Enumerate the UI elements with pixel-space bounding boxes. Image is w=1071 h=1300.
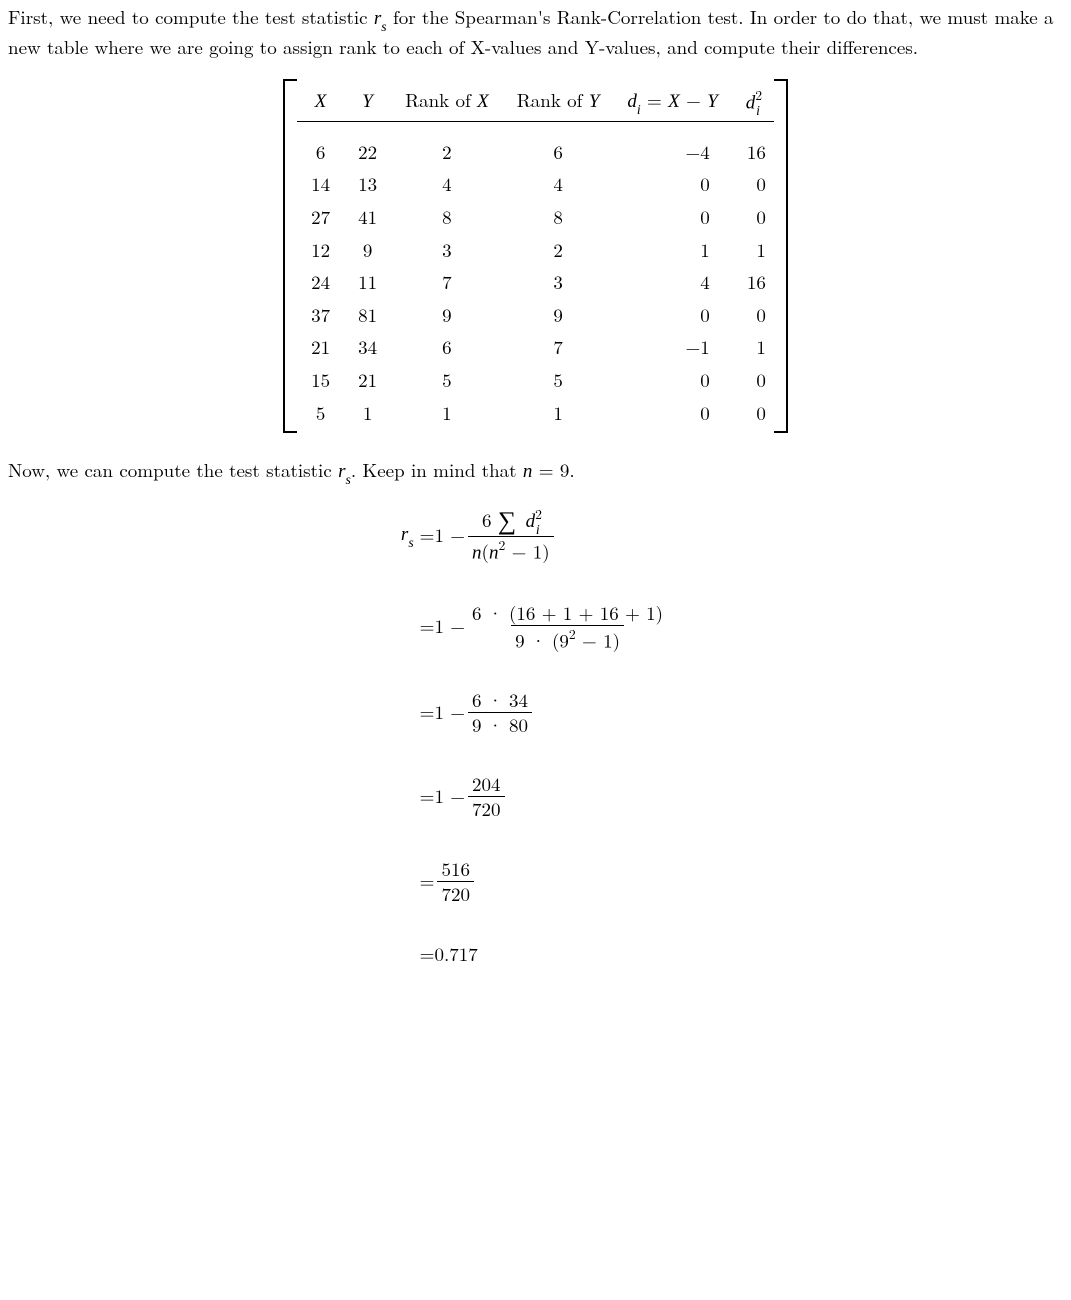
eq-frac-3: 6 · 34 9 · 80 bbox=[468, 688, 532, 737]
table-cell: 0 bbox=[732, 201, 774, 234]
table-cell: 41 bbox=[344, 201, 391, 234]
table-cell: 1 bbox=[613, 234, 731, 267]
equation-grid: rs = 1 − 6 ∑ d2i n(n2 − 1) = 1 − 6 · (16… bbox=[401, 505, 670, 968]
eq-frac-4: 204 720 bbox=[468, 772, 505, 821]
table-cell: 22 bbox=[344, 136, 391, 169]
rank-matrix: X Y Rank of X Rank of Y di = X − Y d2i 6… bbox=[283, 79, 788, 434]
eq-line3-rhs: = 1 − 6 · 34 9 · 80 bbox=[420, 688, 670, 737]
col-di: di = X − Y bbox=[613, 83, 731, 122]
equation-block: rs = 1 − 6 ∑ d2i n(n2 − 1) = 1 − 6 · (16… bbox=[8, 505, 1063, 968]
table-cell: 8 bbox=[391, 201, 503, 234]
eq-line5-rhs: = 516 720 bbox=[420, 857, 670, 906]
mid-rs-s: s bbox=[346, 472, 351, 487]
eq-line6-rhs: = 0.717 bbox=[420, 941, 670, 968]
table-cell: 9 bbox=[344, 234, 391, 267]
table-cell: 7 bbox=[391, 266, 503, 299]
table-cell: 14 bbox=[297, 168, 344, 201]
table-cell: 2 bbox=[503, 234, 614, 267]
table-cell: 15 bbox=[297, 364, 344, 397]
table-cell: 6 bbox=[297, 136, 344, 169]
table-cell: 2 bbox=[391, 136, 503, 169]
table-cell: 34 bbox=[344, 331, 391, 364]
mid-rs-r: r bbox=[338, 461, 345, 482]
table-cell: −1 bbox=[613, 331, 731, 364]
rank-table-wrap: X Y Rank of X Rank of Y di = X − Y d2i 6… bbox=[8, 79, 1063, 434]
table-cell: 11 bbox=[344, 266, 391, 299]
table-cell: 0 bbox=[613, 168, 731, 201]
table-cell: 9 bbox=[391, 299, 503, 332]
table-cell: 5 bbox=[297, 397, 344, 430]
table-cell: 0 bbox=[732, 168, 774, 201]
table-cell: 5 bbox=[503, 364, 614, 397]
table-cell: 37 bbox=[297, 299, 344, 332]
intro-paragraph: First, we need to compute the test stati… bbox=[8, 4, 1063, 61]
table-cell: 16 bbox=[732, 136, 774, 169]
table-cell: 8 bbox=[503, 201, 614, 234]
table-cell: 81 bbox=[344, 299, 391, 332]
table-row: 62226−416 bbox=[297, 136, 774, 169]
table-cell: 0 bbox=[613, 364, 731, 397]
sigma-icon: ∑ bbox=[498, 507, 516, 533]
table-cell: 13 bbox=[344, 168, 391, 201]
table-cell: 4 bbox=[391, 168, 503, 201]
table-cell: 7 bbox=[503, 331, 614, 364]
table-cell: 1 bbox=[732, 331, 774, 364]
table-cell: 1 bbox=[503, 397, 614, 430]
table-cell: 3 bbox=[391, 234, 503, 267]
eq-line1-rhs: = 1 − 6 ∑ d2i n(n2 − 1) bbox=[420, 505, 670, 565]
table-cell: 1 bbox=[732, 234, 774, 267]
table-cell: 12 bbox=[297, 234, 344, 267]
rs-s: s bbox=[381, 19, 386, 34]
table-row: 37819900 bbox=[297, 299, 774, 332]
table-cell: 4 bbox=[613, 266, 731, 299]
table-row: 1293211 bbox=[297, 234, 774, 267]
mid-n: n bbox=[523, 461, 533, 482]
mid-a: Now, we can compute the test statistic bbox=[8, 456, 338, 483]
table-cell: 4 bbox=[503, 168, 614, 201]
table-cell: 1 bbox=[391, 397, 503, 430]
eq-line1-lhs: rs bbox=[401, 520, 420, 550]
eq-line4-rhs: = 1 − 204 720 bbox=[420, 772, 670, 821]
mid-paragraph: Now, we can compute the test statistic r… bbox=[8, 457, 1063, 487]
table-row: 14134400 bbox=[297, 168, 774, 201]
col-X: X bbox=[297, 83, 344, 122]
eq-line2-rhs: = 1 − 6 · (16 + 1 + 16 + 1) 9 · (92 − 1) bbox=[420, 601, 670, 652]
table-row: 15215500 bbox=[297, 364, 774, 397]
table-cell: 16 bbox=[732, 266, 774, 299]
table-row: 511100 bbox=[297, 397, 774, 430]
table-cell: 21 bbox=[297, 331, 344, 364]
table-cell: 6 bbox=[391, 331, 503, 364]
col-rankX: Rank of X bbox=[391, 83, 503, 122]
eq-frac-2: 6 · (16 + 1 + 16 + 1) 9 · (92 − 1) bbox=[468, 601, 667, 652]
table-cell: 0 bbox=[613, 201, 731, 234]
table-row: 27418800 bbox=[297, 201, 774, 234]
col-Y: Y bbox=[344, 83, 391, 122]
table-cell: 0 bbox=[732, 364, 774, 397]
mid-eq: = 9. bbox=[532, 456, 574, 483]
table-row: 213467−11 bbox=[297, 331, 774, 364]
eq-frac-1: 6 ∑ d2i n(n2 − 1) bbox=[468, 505, 554, 565]
table-cell: 0 bbox=[732, 299, 774, 332]
table-cell: 24 bbox=[297, 266, 344, 299]
col-di2: d2i bbox=[732, 83, 774, 122]
table-cell: 5 bbox=[391, 364, 503, 397]
table-cell: 6 bbox=[503, 136, 614, 169]
table-cell: 1 bbox=[344, 397, 391, 430]
rank-table: X Y Rank of X Rank of Y di = X − Y d2i 6… bbox=[297, 83, 774, 430]
table-cell: 0 bbox=[732, 397, 774, 430]
table-cell: 9 bbox=[503, 299, 614, 332]
mid-b: . Keep in mind that bbox=[351, 456, 523, 483]
table-cell: 3 bbox=[503, 266, 614, 299]
table-header-row: X Y Rank of X Rank of Y di = X − Y d2i bbox=[297, 83, 774, 122]
intro-text-a: First, we need to compute the test stati… bbox=[8, 3, 374, 30]
eq-frac-5: 516 720 bbox=[437, 857, 474, 906]
eq-result: 0.717 bbox=[434, 941, 477, 968]
table-cell: 0 bbox=[613, 397, 731, 430]
table-cell: 27 bbox=[297, 201, 344, 234]
table-cell: 0 bbox=[613, 299, 731, 332]
table-cell: 21 bbox=[344, 364, 391, 397]
col-rankY: Rank of Y bbox=[503, 83, 614, 122]
table-row: 241173416 bbox=[297, 266, 774, 299]
table-cell: −4 bbox=[613, 136, 731, 169]
